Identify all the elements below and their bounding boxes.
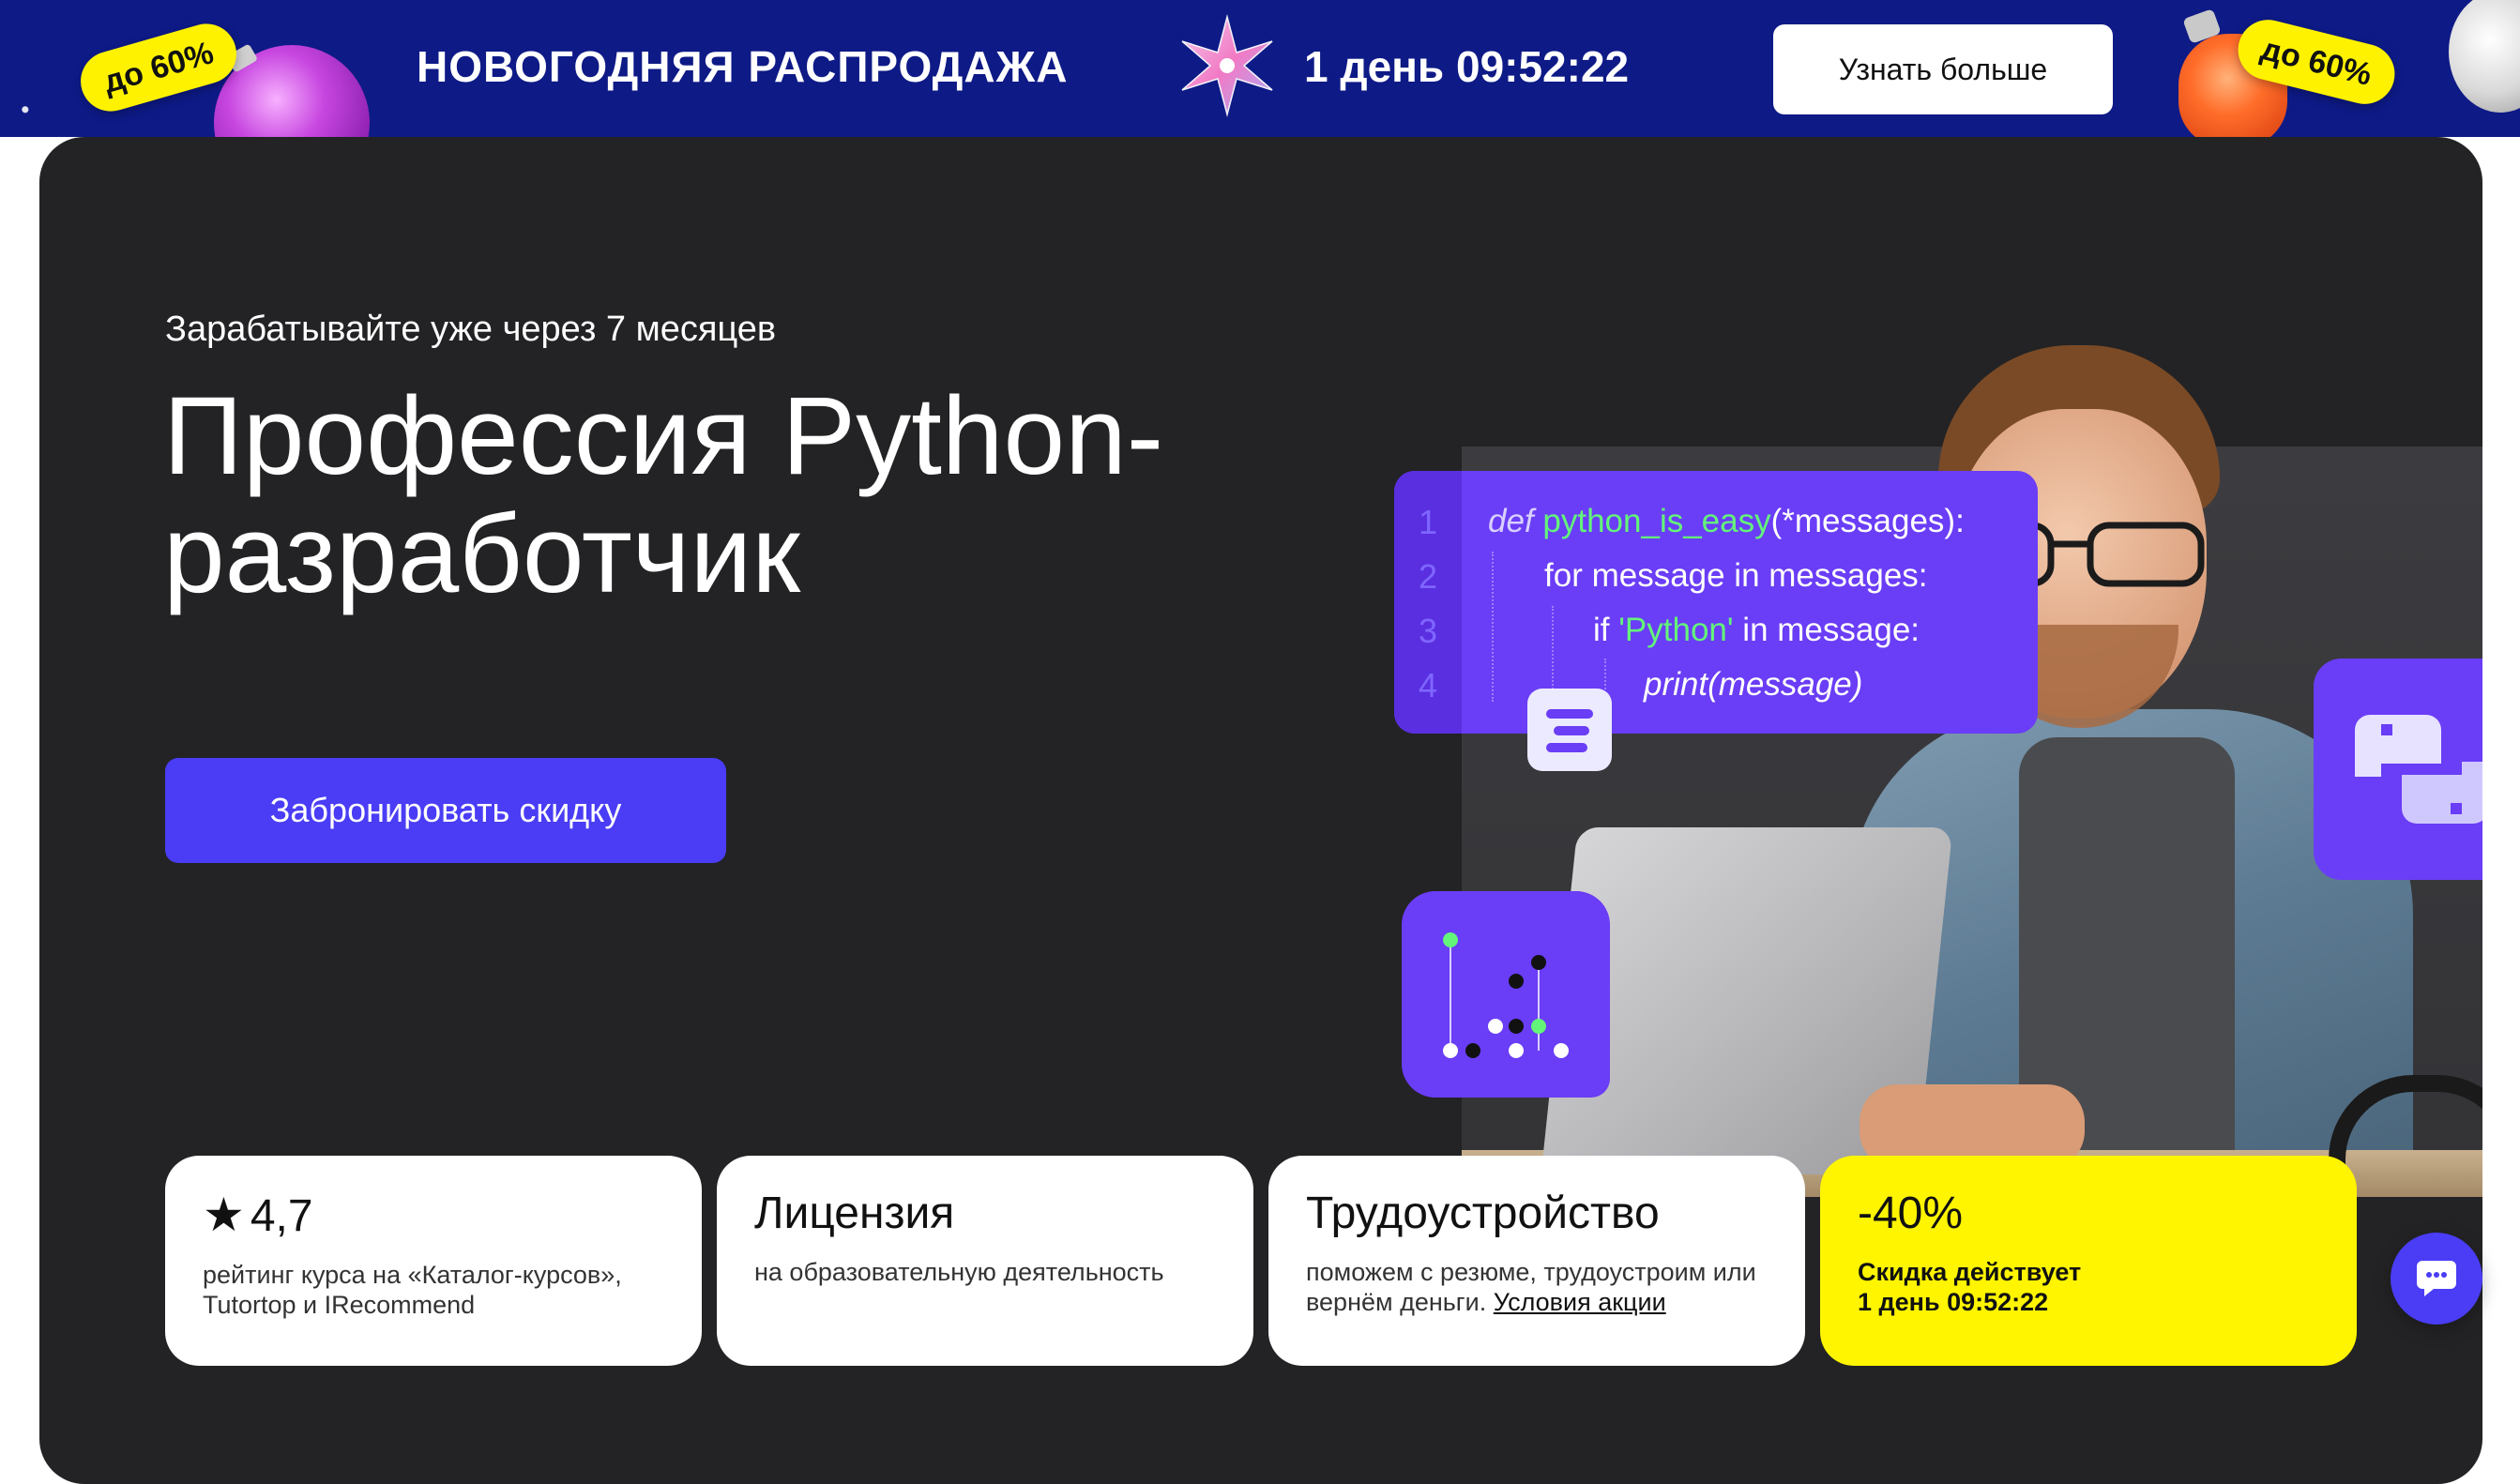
rating-value-row: ★ 4,7 <box>203 1191 664 1239</box>
license-title: Лицензия <box>754 1189 955 1238</box>
discount-title: -40% <box>1858 1189 1964 1238</box>
line-number: 4 <box>1418 666 1438 704</box>
title-line: Профессия Python- <box>163 374 1164 498</box>
discount-text-block: Скидка действует 1 день 09:52:22 <box>1858 1257 2319 1317</box>
code-if: if <box>1593 612 1619 648</box>
rating-card: ★ 4,7 рейтинг курса на «Каталог-курсов», … <box>165 1156 702 1366</box>
learn-more-button[interactable]: Узнать больше <box>1773 24 2113 114</box>
line-number: 3 <box>1418 612 1438 650</box>
banner-timer: 1 день 09:52:22 <box>1304 42 1630 91</box>
license-card: Лицензия на образовательную деятельность <box>717 1156 1253 1366</box>
code-function-name: python_is_easy <box>1542 503 1771 539</box>
page-title: Профессия Python- разработчик <box>163 377 1383 613</box>
code-line-3: if 'Python' in message: <box>1593 612 1920 649</box>
star-ornament-icon <box>1181 14 1273 117</box>
chart-illustration-icon <box>1402 891 1610 1098</box>
indent-guide <box>1492 552 1494 702</box>
code-line-4: print(message) <box>1644 666 1863 703</box>
skillbox-logo-icon <box>1527 689 1612 771</box>
book-discount-button[interactable]: Забронировать скидку <box>165 758 726 863</box>
line-number: 1 <box>1418 503 1438 541</box>
code-string: 'Python' <box>1618 612 1734 648</box>
code-snippet-card: 1 2 3 4 def python_is_easy(*messages): f… <box>1394 471 2038 734</box>
discount-timer: 1 день 09:52:22 <box>1858 1288 2049 1316</box>
code-keyword: def <box>1488 503 1534 539</box>
employment-title: Трудоустройство <box>1306 1189 1660 1238</box>
employment-text-block: поможем с резюме, трудоустроим или вернё… <box>1306 1257 1768 1317</box>
banner-title: НОВОГОДНЯЯ РАСПРОДАЖА <box>417 42 1069 91</box>
hero-subtitle: Зарабатывайте уже через 7 месяцев <box>165 310 777 349</box>
discount-text: Скидка действует <box>1858 1258 2082 1286</box>
discount-card: -40% Скидка действует 1 день 09:52:22 <box>1820 1156 2357 1366</box>
title-line: разработчик <box>163 492 800 616</box>
code-condition: in message: <box>1733 612 1920 648</box>
code-args: (*messages): <box>1770 503 1965 539</box>
promo-terms-link[interactable]: Условия акции <box>1494 1288 1666 1316</box>
rating-text: рейтинг курса на «Каталог-курсов», Tutor… <box>203 1261 622 1319</box>
license-text: на образовательную деятельность <box>754 1258 1164 1286</box>
indent-guide <box>1552 606 1554 700</box>
star-icon: ★ <box>203 1189 245 1241</box>
chat-bubble-icon <box>2417 1261 2456 1296</box>
code-line-1: def python_is_easy(*messages): <box>1488 503 1965 540</box>
chat-button[interactable] <box>2391 1233 2482 1325</box>
rating-value: 4,7 <box>250 1191 313 1241</box>
promo-banner: до 60% НОВОГОДНЯЯ РАСПРОДАЖА 1 день 09:5… <box>0 0 2520 137</box>
python-logo-icon <box>2314 659 2482 880</box>
code-line-2: for message in messages: <box>1544 557 1928 594</box>
line-number: 2 <box>1418 557 1438 596</box>
employment-card: Трудоустройство поможем с резюме, трудоу… <box>1268 1156 1805 1366</box>
